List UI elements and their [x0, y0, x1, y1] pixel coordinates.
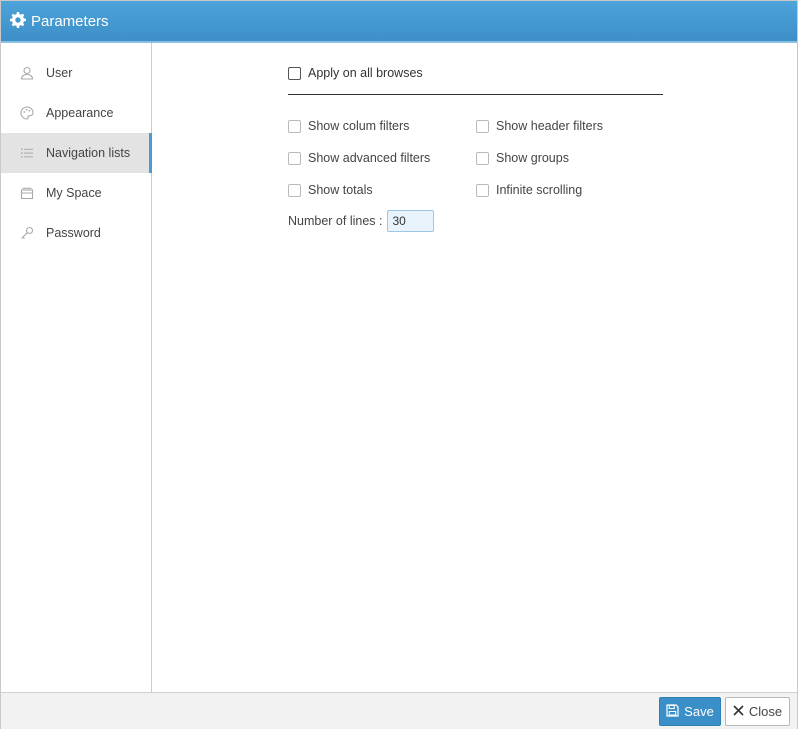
floppy-disk-icon [666, 703, 684, 720]
number-of-lines-row: Number of lines : [288, 210, 435, 232]
infinite-scrolling-option: Infinite scrolling [476, 183, 582, 197]
save-button[interactable]: Save [659, 697, 721, 726]
settings-panel: Apply on all browses Show colum filters … [153, 43, 797, 692]
number-of-lines-label: Number of lines : [288, 214, 383, 228]
show-advanced-filters-label: Show advanced filters [308, 151, 431, 165]
sidebar: User Appearance Navigation lists My Spac… [1, 43, 152, 692]
show-groups-checkbox[interactable] [476, 151, 489, 165]
key-icon [19, 226, 34, 241]
show-groups-label: Show groups [496, 151, 569, 165]
sidebar-item-appearance[interactable]: Appearance [1, 93, 151, 133]
divider [288, 94, 663, 95]
close-button[interactable]: Close [725, 697, 790, 726]
show-column-filters-option: Show colum filters [288, 119, 409, 133]
title-bar: Parameters [1, 1, 797, 43]
folder-icon [19, 186, 34, 201]
show-advanced-filters-checkbox[interactable] [288, 151, 301, 165]
infinite-scrolling-checkbox[interactable] [476, 183, 489, 197]
dialog-title: Parameters [31, 12, 109, 30]
sidebar-item-label: User [46, 66, 73, 80]
close-label: Close [748, 704, 783, 719]
show-totals-option: Show totals [288, 183, 373, 197]
palette-icon [19, 106, 34, 121]
apply-all-label: Apply on all browses [308, 66, 423, 80]
show-header-filters-option: Show header filters [476, 119, 603, 133]
sidebar-item-label: Navigation lists [46, 146, 131, 160]
parameters-dialog: Parameters User Appearance Navigation li… [0, 0, 798, 729]
sidebar-item-user[interactable]: User [1, 53, 151, 93]
show-column-filters-checkbox[interactable] [288, 119, 301, 133]
show-totals-label: Show totals [308, 183, 373, 197]
close-icon [733, 704, 749, 719]
list-icon [19, 146, 34, 161]
show-totals-checkbox[interactable] [288, 183, 301, 197]
apply-all-option: Apply on all browses [288, 66, 423, 80]
sidebar-item-password[interactable]: Password [1, 213, 151, 253]
sidebar-item-label: Password [46, 226, 101, 240]
dialog-footer: Save Close [1, 692, 797, 729]
apply-all-checkbox[interactable] [288, 66, 301, 80]
number-of-lines-input[interactable] [387, 210, 435, 232]
gear-icon [10, 11, 26, 31]
show-header-filters-label: Show header filters [496, 119, 604, 133]
sidebar-item-label: My Space [46, 186, 102, 200]
sidebar-item-navigation-lists[interactable]: Navigation lists [1, 133, 152, 173]
show-groups-option: Show groups [476, 151, 569, 165]
show-header-filters-checkbox[interactable] [476, 119, 489, 133]
save-label: Save [684, 704, 714, 719]
show-column-filters-label: Show colum filters [308, 119, 410, 133]
sidebar-item-my-space[interactable]: My Space [1, 173, 151, 213]
show-advanced-filters-option: Show advanced filters [288, 151, 430, 165]
user-icon [19, 66, 34, 81]
sidebar-item-label: Appearance [46, 106, 114, 120]
infinite-scrolling-label: Infinite scrolling [496, 183, 583, 197]
